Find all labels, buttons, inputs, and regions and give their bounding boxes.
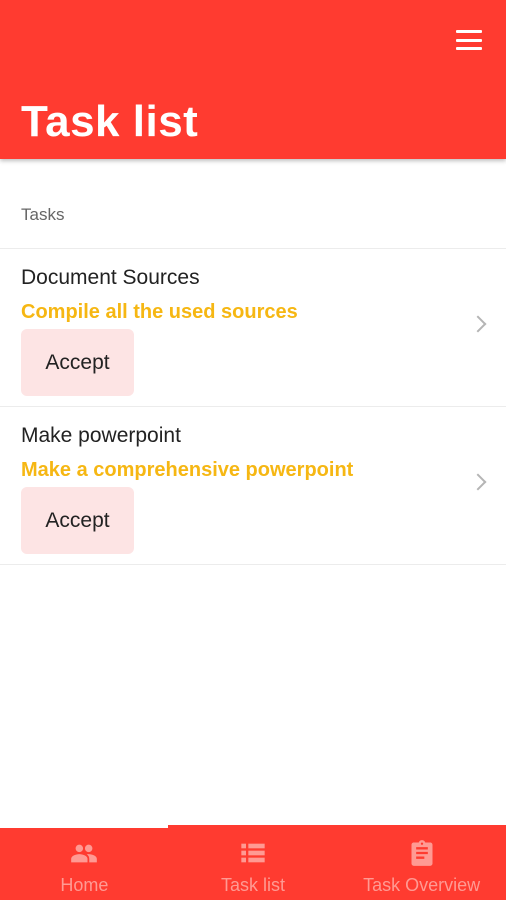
task-title: Document Sources <box>21 266 200 289</box>
list-icon <box>241 843 265 863</box>
page-title: Task list <box>21 97 199 146</box>
tab-label: Home <box>60 875 109 895</box>
section-label: Tasks <box>0 159 506 249</box>
task-description: Make a comprehensive powerpoint <box>21 459 354 481</box>
bottom-tab-bar: Home Task list Task Overview <box>0 825 506 900</box>
accept-button[interactable]: Accept <box>21 487 134 554</box>
tab-task-overview[interactable]: Task Overview <box>337 825 506 900</box>
tab-label: Task Overview <box>363 875 481 895</box>
task-title: Make powerpoint <box>21 424 181 447</box>
clipboard-icon <box>411 840 433 866</box>
chevron-right-icon <box>469 473 487 491</box>
chevron-right-icon <box>469 315 487 333</box>
accept-button[interactable]: Accept <box>21 329 134 396</box>
task-description: Compile all the used sources <box>21 301 298 323</box>
tab-task-list[interactable]: Task list <box>169 825 338 900</box>
hamburger-menu-icon[interactable] <box>456 30 482 50</box>
tab-label: Task list <box>221 875 286 895</box>
task-item[interactable]: Document Sources Compile all the used so… <box>0 249 506 407</box>
task-item[interactable]: Make powerpoint Make a comprehensive pow… <box>0 407 506 565</box>
tab-home[interactable]: Home <box>0 825 169 900</box>
task-list-content: Tasks Document Sources Compile all the u… <box>0 159 506 565</box>
people-icon <box>71 844 98 863</box>
app-header: Task list <box>0 0 506 159</box>
